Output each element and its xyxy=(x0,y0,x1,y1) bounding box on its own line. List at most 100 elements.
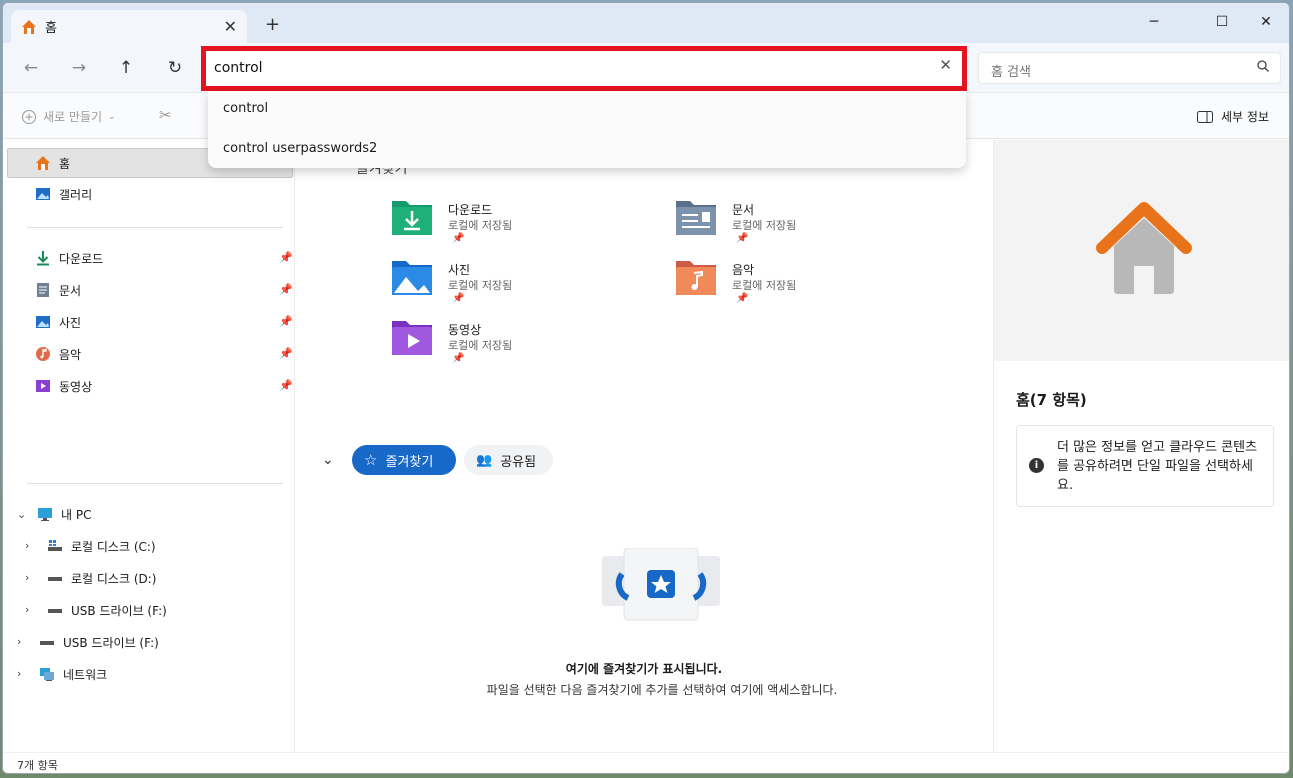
sidebar-item-music[interactable]: 음악 📌 xyxy=(35,341,293,367)
document-icon xyxy=(37,283,49,297)
favorites-tab[interactable]: ☆ 즐겨찾기 xyxy=(352,445,456,475)
pin-icon[interactable]: 📌 xyxy=(279,379,293,392)
pin-icon: 📌 xyxy=(452,233,465,244)
sidebar-item-drive-c[interactable]: 로컬 디스크 (C:) xyxy=(47,533,156,559)
sidebar-item-label: 동영상 xyxy=(59,379,93,394)
forward-button[interactable]: → xyxy=(65,55,93,81)
collapse-chevron-icon[interactable]: ⌄ xyxy=(322,452,334,468)
chevron-right-icon[interactable]: › xyxy=(17,635,21,648)
tab-home[interactable]: 홈 ✕ xyxy=(11,10,247,43)
sidebar-item-this-pc[interactable]: 내 PC xyxy=(37,501,91,527)
chevron-down-icon[interactable]: ⌄ xyxy=(17,508,26,521)
refresh-button[interactable]: ↻ xyxy=(161,55,189,81)
folder-downloads[interactable]: 다운로드 로컬에 저장됨 📌 xyxy=(390,197,650,253)
search-icon[interactable] xyxy=(1256,59,1270,73)
sidebar-item-videos[interactable]: 동영상 📌 xyxy=(35,373,293,399)
sidebar-item-drive-d[interactable]: 로컬 디스크 (D:) xyxy=(47,565,156,591)
sidebar-item-usb-f-root[interactable]: USB 드라이브 (F:) xyxy=(39,629,159,655)
shared-tab[interactable]: 👥 공유됨 xyxy=(464,445,553,475)
network-icon xyxy=(40,668,54,681)
details-pane: 홈(7 항목) i 더 많은 정보를 얻고 클라우드 콘텐츠를 공유하려면 단일… xyxy=(993,140,1289,752)
download-folder-icon xyxy=(392,201,432,235)
close-window-button[interactable]: ✕ xyxy=(1243,9,1289,35)
minimize-button[interactable]: ─ xyxy=(1131,9,1177,35)
maximize-button[interactable]: ☐ xyxy=(1199,9,1245,35)
sidebar-item-label: USB 드라이브 (F:) xyxy=(63,635,159,650)
tab-title: 홈 xyxy=(45,21,57,36)
preview-area xyxy=(994,140,1289,361)
new-button[interactable]: 새로 만들기 ⌄ xyxy=(21,108,116,125)
documents-folder-icon xyxy=(676,201,716,235)
shared-tab-label: 공유됨 xyxy=(500,454,537,470)
sidebar-item-label: 로컬 디스크 (C:) xyxy=(71,539,156,554)
chevron-right-icon[interactable]: › xyxy=(25,539,29,552)
item-count: 7개 항목 xyxy=(17,759,58,772)
new-button-label: 새로 만들기 xyxy=(43,110,103,124)
tab-close-icon[interactable]: ✕ xyxy=(224,17,237,36)
chevron-right-icon[interactable]: › xyxy=(25,603,29,616)
pin-icon[interactable]: 📌 xyxy=(279,283,293,296)
details-button[interactable]: 세부 정보 xyxy=(1197,108,1269,125)
search-placeholder: 홈 검색 xyxy=(991,65,1032,80)
details-pane-icon xyxy=(1197,110,1214,123)
home-icon xyxy=(22,19,36,34)
pin-icon: 📌 xyxy=(736,293,749,304)
cut-icon[interactable]: ✂ xyxy=(159,106,172,124)
sidebar-item-label: USB 드라이브 (F:) xyxy=(71,603,167,618)
pin-icon: 📌 xyxy=(452,353,465,364)
usb-drive-icon xyxy=(48,609,62,613)
info-icon: i xyxy=(1029,458,1044,473)
pin-icon[interactable]: 📌 xyxy=(279,315,293,328)
suggestion-item[interactable]: control userpasswords2 xyxy=(223,141,377,156)
back-button[interactable]: ← xyxy=(17,55,45,81)
empty-state-description: 파일을 선택한 다음 즐겨찾기에 추가를 선택하여 여기에 액세스합니다. xyxy=(486,683,838,697)
chevron-down-icon: ⌄ xyxy=(108,111,116,122)
sidebar-item-gallery[interactable]: 갤러리 xyxy=(35,181,92,207)
favorites-empty-illustration xyxy=(602,548,720,621)
sidebar-item-label: 갤러리 xyxy=(59,187,93,202)
folder-name: 다운로드 xyxy=(448,203,493,217)
address-bar[interactable]: ✕ xyxy=(201,46,967,91)
up-button[interactable]: ↑ xyxy=(112,55,140,81)
folder-pictures[interactable]: 사진 로컬에 저장됨 📌 xyxy=(390,257,650,313)
chevron-right-icon[interactable]: › xyxy=(25,571,29,584)
sidebar-item-label: 네트워크 xyxy=(63,667,108,682)
folder-status: 로컬에 저장됨 xyxy=(448,279,513,292)
people-icon: 👥 xyxy=(476,452,493,468)
title-bar: 홈 ✕ + ─ ☐ ✕ xyxy=(3,3,1289,43)
sidebar-divider xyxy=(27,227,283,228)
suggestion-item[interactable]: control xyxy=(223,101,268,116)
clear-address-icon[interactable]: ✕ xyxy=(939,56,952,74)
folder-name: 사진 xyxy=(448,263,471,277)
sidebar-item-usb-f[interactable]: USB 드라이브 (F:) xyxy=(47,597,167,623)
sidebar-item-network[interactable]: 네트워크 xyxy=(39,661,107,687)
file-explorer-window: 홈 ✕ + ─ ☐ ✕ ← → ↑ ↻ ✕ 홈 검색 control contr… xyxy=(2,2,1290,774)
address-input[interactable] xyxy=(214,57,914,79)
details-button-label: 세부 정보 xyxy=(1221,110,1269,124)
sidebar-item-pictures[interactable]: 사진 📌 xyxy=(35,309,293,335)
folder-videos[interactable]: 동영상 로컬에 저장됨 📌 xyxy=(390,317,650,373)
sidebar-item-label: 다운로드 xyxy=(59,251,104,266)
new-tab-button[interactable]: + xyxy=(265,14,280,35)
folder-status: 로컬에 저장됨 xyxy=(732,219,797,232)
info-card: i 더 많은 정보를 얻고 클라우드 콘텐츠를 공유하려면 단일 파일을 선택하… xyxy=(1016,425,1274,507)
sidebar-item-downloads[interactable]: 다운로드 📌 xyxy=(35,245,293,271)
sidebar-item-label: 음악 xyxy=(59,347,82,362)
folder-music[interactable]: 음악 로컬에 저장됨 📌 xyxy=(674,257,934,313)
status-bar: 7개 항목 xyxy=(3,752,1289,773)
details-title: 홈(7 항목) xyxy=(1016,391,1087,409)
music-icon xyxy=(36,347,50,361)
download-icon xyxy=(37,251,49,266)
folder-documents[interactable]: 문서 로컬에 저장됨 📌 xyxy=(674,197,934,253)
search-box[interactable]: 홈 검색 xyxy=(978,52,1281,84)
chevron-right-icon[interactable]: › xyxy=(17,667,21,680)
navigation-pane: 홈 갤러리 다운로드 📌 문서 📌 사진 📌 음악 📌 동영상 📌 ⌄ 내 PC… xyxy=(3,140,295,752)
pin-icon[interactable]: 📌 xyxy=(279,251,293,264)
sidebar-item-documents[interactable]: 문서 📌 xyxy=(35,277,293,303)
sidebar-item-home[interactable]: 홈 xyxy=(35,150,70,176)
home-icon xyxy=(36,156,50,170)
pin-icon[interactable]: 📌 xyxy=(279,347,293,360)
pictures-icon xyxy=(36,316,50,328)
sidebar-item-label: 홈 xyxy=(59,156,71,171)
folder-name: 문서 xyxy=(732,203,755,217)
